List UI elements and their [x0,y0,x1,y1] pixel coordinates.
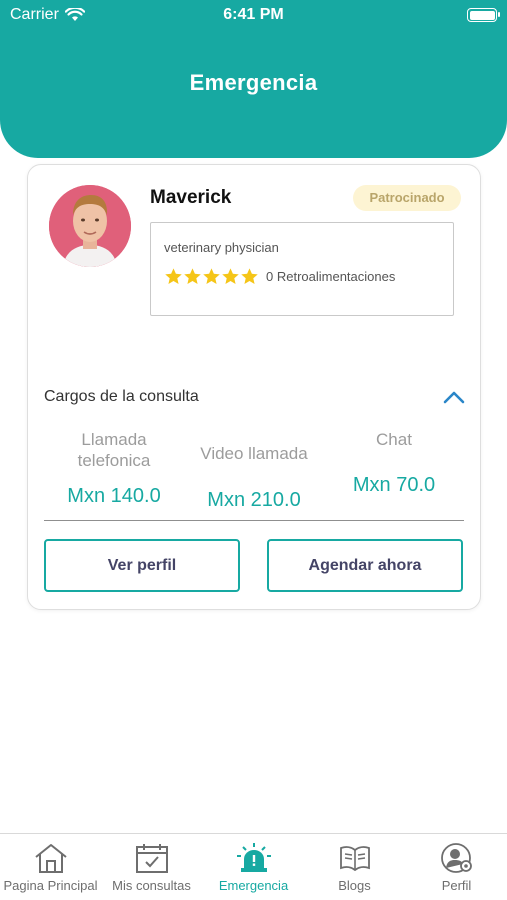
star-icon [203,268,220,285]
view-profile-button[interactable]: Ver perfil [44,539,240,592]
charge-phone: Llamada telefonica Mxn 140.0 [54,429,174,508]
tab-profile[interactable]: Perfil [406,842,507,893]
doctor-info-box: veterinary physician 0 Retroalimentacion… [150,222,454,316]
tab-consultations[interactable]: Mis consultas [101,842,202,893]
user-settings-icon [440,843,472,873]
star-icon [241,268,258,285]
page-title: Emergencia [189,70,318,95]
charge-label: Video llamada [200,444,308,463]
doctor-name: Maverick [150,187,232,208]
chevron-up-icon[interactable] [442,387,466,407]
charges-title: Cargos de la consulta [44,388,199,405]
tab-label: Emergencia [218,878,289,893]
tab-label: Blogs [338,878,371,893]
star-icon [222,268,239,285]
charge-label: Chat [376,430,412,449]
battery-icon [467,8,500,22]
charge-price: Mxn 70.0 [352,474,436,496]
charge-price: Mxn 140.0 [67,485,161,507]
clock: 6:41 PM [223,6,284,23]
header: Carrier 6:41 PM Emergencia [0,0,507,158]
doctor-specialty: veterinary physician [164,240,279,255]
charge-price: Mxn 210.0 [207,489,301,511]
tab-emergency[interactable]: Emergencia [203,842,304,893]
charge-video: Video llamada Mxn 210.0 [186,429,322,512]
tab-bar: Pagina Principal Mis consultas Emergenci… [0,833,507,900]
siren-icon [236,843,271,872]
charge-label: Llamada telefonica [77,430,151,470]
tab-label: Pagina Principal [3,878,98,893]
home-icon [34,844,67,873]
charge-chat: Chat Mxn 70.0 [334,429,454,497]
avatar[interactable] [49,185,131,267]
reviews-count: 0 Retroalimentaciones [266,269,396,284]
star-icon [184,268,201,285]
schedule-button[interactable]: Agendar ahora [267,539,463,592]
doctor-card: Maverick Patrocinado veterinary physicia… [27,164,481,610]
sponsored-badge: Patrocinado [353,185,461,211]
star-rating [164,267,259,286]
star-icon [165,268,182,285]
book-icon [339,846,370,872]
tab-label: Perfil [441,878,472,893]
tab-home[interactable]: Pagina Principal [0,842,101,893]
tab-blogs[interactable]: Blogs [304,842,405,893]
calendar-check-icon [135,844,168,873]
tab-label: Mis consultas [112,878,191,893]
rating: 0 Retroalimentaciones [164,267,395,286]
status-bar: Carrier 6:41 PM [0,0,507,32]
divider [44,520,464,521]
